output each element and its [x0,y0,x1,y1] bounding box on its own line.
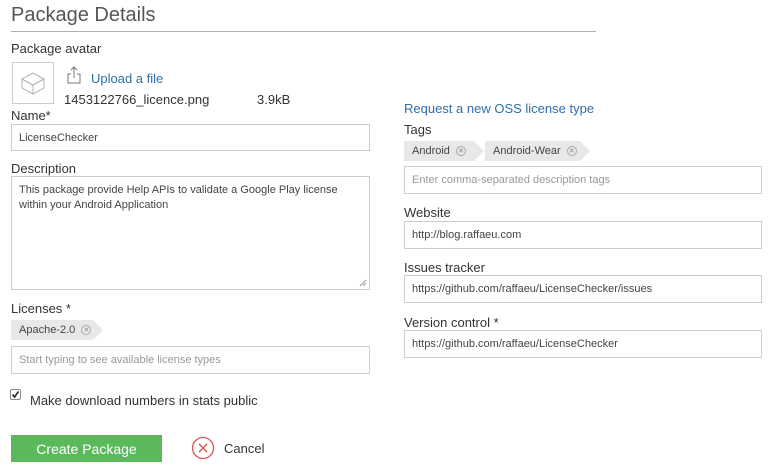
description-textarea[interactable]: This package provide Help APIs to valida… [11,176,370,290]
tag-android: Android ✕ [404,141,484,161]
resize-grip-icon[interactable] [359,279,367,287]
name-label: Name* [11,108,51,123]
avatar-file-name: 1453122766_licence.png [64,92,210,107]
remove-tag-icon[interactable]: ✕ [81,325,92,335]
description-text: This package provide Help APIs to valida… [19,184,338,211]
avatar-label: Package avatar [11,41,102,56]
tags-label: Tags [404,122,432,137]
tag-label: Android-Wear [493,145,561,157]
cancel-button[interactable]: Cancel [224,441,264,456]
website-label: Website [404,205,451,220]
licenses-label: Licenses * [11,301,71,316]
upload-icon[interactable] [67,66,81,84]
issues-tracker-label: Issues tracker [404,260,485,275]
stats-public-label[interactable]: Make download numbers in stats public [30,393,258,408]
tags-input[interactable]: Enter comma-separated description tags [404,166,762,194]
page-title: Package Details [11,4,156,26]
package-icon [20,72,46,95]
remove-tag-icon[interactable]: ✕ [455,146,466,156]
version-control-input[interactable]: https://github.com/raffaeu/LicenseChecke… [404,330,762,358]
description-label: Description [11,161,77,176]
tag-label: Android [412,145,450,157]
check-icon [11,391,20,399]
tag-android-wear: Android-Wear ✕ [485,141,590,161]
stats-public-checkbox[interactable] [10,389,21,400]
website-input[interactable]: http://blog.raffaeu.com [404,221,762,249]
create-package-button[interactable]: Create Package [11,435,162,462]
version-control-label: Version control * [404,315,499,330]
request-license-link[interactable]: Request a new OSS license type [404,101,594,116]
license-search-input[interactable]: Start typing to see available license ty… [11,346,370,374]
avatar-preview[interactable] [12,62,54,104]
title-divider [11,31,596,32]
issues-tracker-input[interactable]: https://github.com/raffaeu/LicenseChecke… [404,275,762,303]
license-tag: Apache-2.0 ✕ [11,320,103,340]
remove-tag-icon[interactable]: ✕ [566,146,577,156]
name-input[interactable]: LicenseChecker [11,124,370,151]
avatar-file-size: 3.9kB [257,92,291,107]
upload-file-link[interactable]: Upload a file [91,71,163,86]
license-tag-label: Apache-2.0 [19,324,76,336]
cancel-icon[interactable] [191,436,215,460]
